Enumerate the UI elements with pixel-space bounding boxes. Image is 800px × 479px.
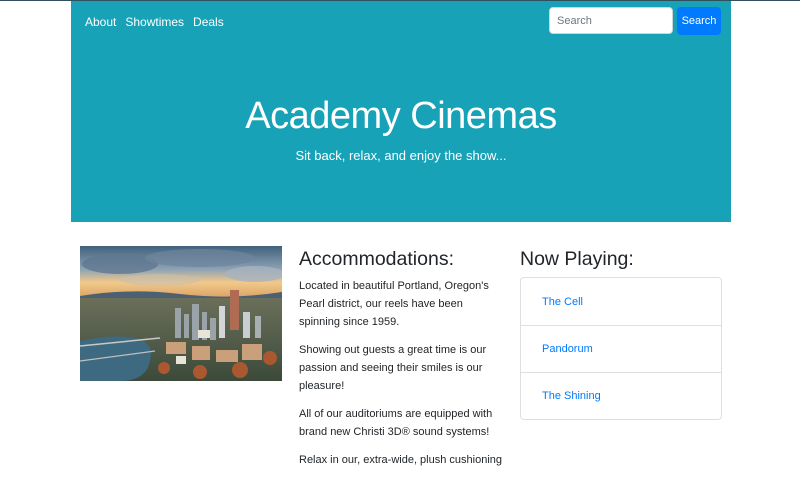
now-playing-heading: Now Playing: [520, 248, 634, 270]
movie-link[interactable]: The Shining [521, 372, 721, 419]
accommodations-paragraph: All of our auditoriums are equipped with… [299, 408, 493, 438]
accommodations-paragraph: Located in beautiful Portland, Oregon's … [299, 280, 489, 328]
accommodations-heading: Accommodations: [299, 248, 454, 270]
nav-deals[interactable]: Deals [193, 15, 224, 29]
movie-list: The Cell Pandorum The Shining [520, 277, 722, 420]
accommodations-section: Accommodations: Located in beautiful Por… [299, 247, 504, 479]
hero-subtitle: Sit back, relax, and enjoy the show... [295, 148, 507, 163]
nav-about[interactable]: About [85, 15, 116, 29]
portland-city-image [80, 246, 282, 381]
accommodations-paragraph: Relax in our, extra-wide, plush cushioni… [299, 454, 503, 466]
now-playing-section: Now Playing: The Cell Pandorum The Shini… [520, 247, 722, 420]
movie-link[interactable]: Pandorum [521, 325, 721, 372]
main-nav: About Showtimes Deals [85, 15, 224, 29]
movie-link[interactable]: The Cell [521, 278, 721, 325]
nav-showtimes[interactable]: Showtimes [125, 15, 184, 29]
city-skyline-illustration [80, 246, 282, 381]
search-button[interactable]: Search [677, 7, 721, 35]
search-input[interactable] [549, 7, 673, 34]
hero-title: Academy Cinemas [245, 95, 557, 137]
accommodations-paragraph: Showing out guests a great time is our p… [299, 344, 487, 392]
hero-banner: About Showtimes Deals Search Academy Cin… [71, 1, 731, 222]
